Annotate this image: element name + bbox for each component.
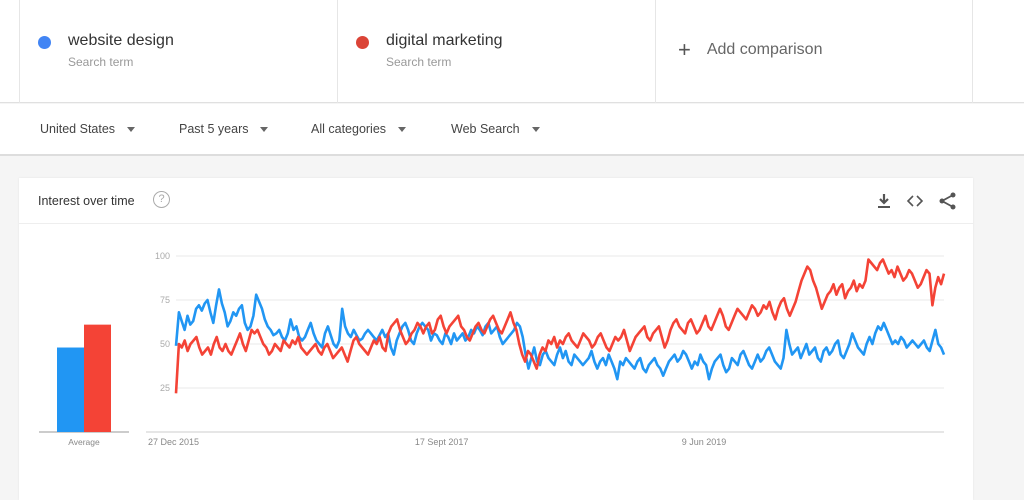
download-icon[interactable] — [874, 191, 894, 211]
x-tick-label: 17 Sept 2017 — [415, 437, 469, 447]
y-tick-label: 100 — [155, 251, 170, 261]
card-header: Interest over time ? — [19, 178, 973, 224]
card-title: Interest over time — [38, 194, 135, 208]
term-name[interactable]: website design — [68, 32, 174, 50]
series-color-dot — [356, 36, 369, 49]
add-comparison-button[interactable]: + Add comparison — [655, 0, 973, 103]
region-value: United States — [40, 122, 116, 136]
term-type-label: Search term — [386, 55, 452, 69]
average-label: Average — [68, 437, 100, 447]
chart-grid: 25 50 75 100 — [146, 251, 944, 433]
region-dropdown[interactable]: United States — [40, 122, 136, 136]
add-comparison-label: Add comparison — [706, 41, 823, 58]
average-bar-chart: Average — [39, 324, 129, 447]
term-card-website-design[interactable]: website design Search term — [19, 0, 337, 103]
plus-icon: + — [678, 37, 691, 62]
category-dropdown[interactable]: All categories — [311, 122, 407, 136]
search-type-dropdown[interactable]: Web Search — [451, 122, 540, 136]
term-card-digital-marketing[interactable]: digital marketing Search term — [337, 0, 655, 103]
help-icon[interactable]: ? — [153, 191, 170, 208]
caret-down-icon — [127, 126, 136, 132]
y-tick-label: 50 — [160, 339, 170, 349]
x-tick-label: 27 Dec 2015 — [148, 437, 199, 447]
average-bar-website-design — [57, 347, 84, 432]
caret-down-icon — [260, 126, 269, 132]
share-icon[interactable] — [938, 191, 958, 211]
y-tick-label: 25 — [160, 383, 170, 393]
caret-down-icon — [398, 126, 407, 132]
search-type-value: Web Search — [451, 122, 520, 136]
chart-lines — [174, 258, 946, 394]
average-bar-digital-marketing — [84, 324, 111, 432]
time-range-value: Past 5 years — [179, 122, 249, 136]
caret-down-icon — [531, 126, 540, 132]
time-range-dropdown[interactable]: Past 5 years — [179, 122, 269, 136]
search-terms-bar: website design Search term digital marke… — [0, 0, 1024, 103]
category-value: All categories — [311, 122, 387, 136]
x-axis-labels: 27 Dec 2015 17 Sept 2017 9 Jun 2019 — [148, 437, 726, 447]
y-tick-label: 75 — [160, 295, 170, 305]
filter-bar: United States Past 5 years All categorie… — [0, 104, 1024, 156]
embed-icon[interactable] — [905, 191, 925, 211]
term-type-label: Search term — [68, 55, 134, 69]
interest-over-time-card: Interest over time ? Average 25 50 75 100 2… — [19, 178, 973, 500]
series-color-dot — [38, 36, 51, 49]
x-tick-label: 9 Jun 2019 — [682, 437, 727, 447]
term-name[interactable]: digital marketing — [386, 32, 503, 50]
series-line-website-design — [174, 288, 946, 381]
interest-chart: Average 25 50 75 100 27 Dec 2015 17 Sept 201… — [39, 251, 946, 447]
